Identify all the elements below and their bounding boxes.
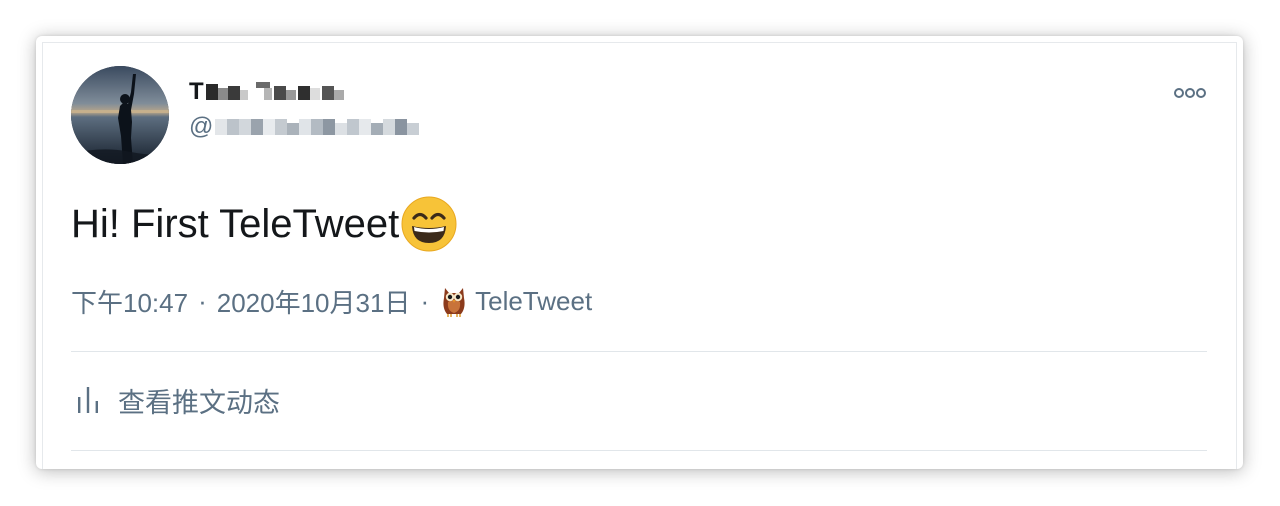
- more-dots-icon: [1174, 88, 1206, 98]
- display-name[interactable]: T: [189, 78, 346, 106]
- tweet-text: Hi! First TeleTweet: [71, 202, 400, 246]
- tweet-source-label: TeleTweet: [475, 285, 593, 316]
- grinning-squinting-face-emoji: [401, 196, 457, 252]
- tweet-time[interactable]: 下午10:47: [71, 283, 188, 320]
- divider: [71, 450, 1207, 451]
- more-options-button[interactable]: [1173, 84, 1207, 102]
- avatar[interactable]: [71, 66, 169, 164]
- view-tweet-activity-button[interactable]: 查看推文动态: [76, 383, 280, 418]
- meta-separator: ·: [198, 285, 207, 316]
- owl-icon: [443, 288, 465, 317]
- handle-at-symbol: @: [189, 113, 214, 140]
- tweet-card: T @ Hi! First TeleTweet 下午10:47 · 2020年1…: [36, 36, 1243, 469]
- tweet-body: Hi! First TeleTweet: [71, 196, 457, 252]
- redacted-handle: [215, 119, 420, 135]
- tweet-meta: 下午10:47 · 2020年10月31日 · TeleTweet: [71, 284, 592, 318]
- meta-separator: ·: [420, 285, 430, 316]
- bar-chart-icon: [78, 387, 98, 413]
- user-handle[interactable]: @: [189, 114, 425, 140]
- tweet-date[interactable]: 2020年10月31日: [217, 283, 411, 320]
- tweet-source-link[interactable]: TeleTweet: [439, 284, 592, 318]
- redacted-display-name: [205, 82, 344, 100]
- divider: [71, 351, 1207, 352]
- view-tweet-activity-label: 查看推文动态: [118, 387, 280, 418]
- display-name-initial: T: [189, 78, 204, 105]
